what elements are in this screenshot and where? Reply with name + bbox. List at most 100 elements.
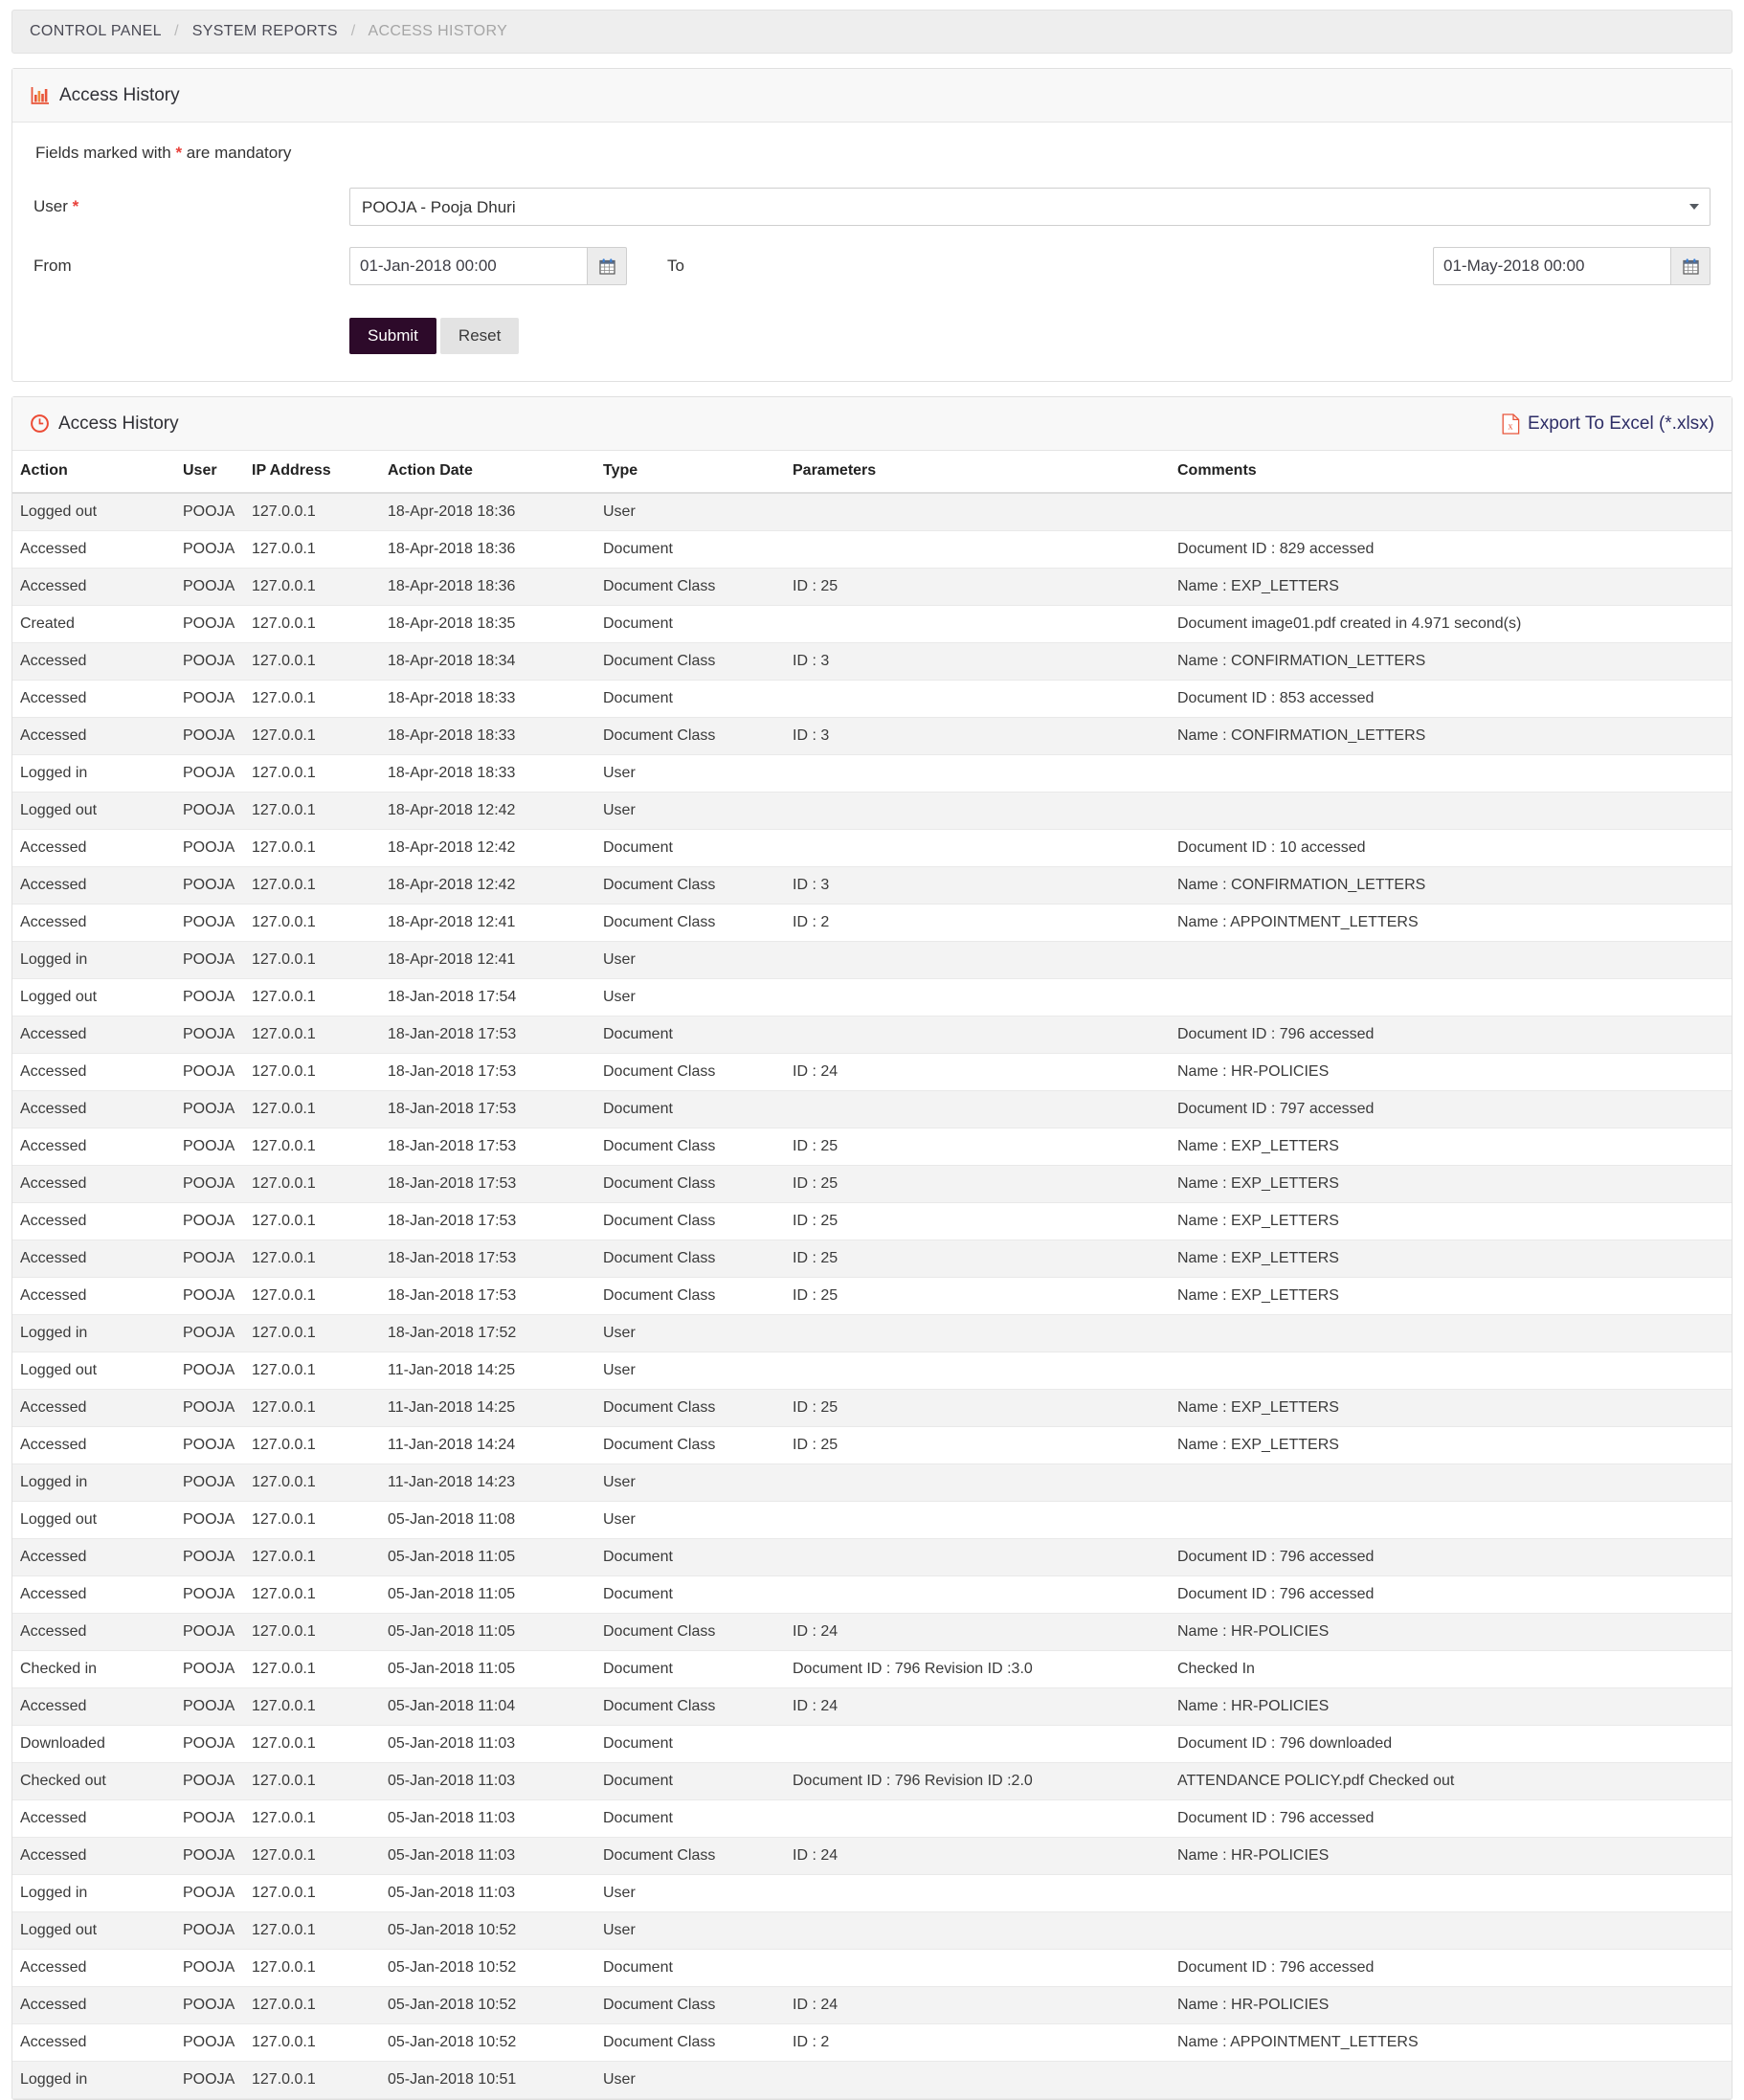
cell-action-date: 05-Jan-2018 10:52 [380,2023,595,2062]
cell-comments: Name : HR-POLICIES [1170,1687,1732,1726]
cell-type: User [595,493,785,531]
cell-user: POOJA [175,717,244,755]
cell-parameters [785,680,1170,718]
cell-comments: Document ID : 796 accessed [1170,1949,1732,1987]
cell-type: User [595,1874,785,1912]
cell-comments [1170,978,1732,1016]
cell-action-date: 05-Jan-2018 11:03 [380,1725,595,1763]
cell-comments [1170,1352,1732,1390]
cell-parameters [785,754,1170,793]
cell-action-date: 18-Apr-2018 18:33 [380,680,595,718]
cell-action: Downloaded [12,1725,175,1763]
cell-user: POOJA [175,680,244,718]
cell-ip-address: 127.0.0.1 [244,941,380,979]
to-date-input[interactable] [1433,247,1670,285]
table-row: Accessed POOJA 127.0.0.1 05-Jan-2018 11:05 D… [12,1575,1732,1614]
cell-parameters: ID : 24 [785,1613,1170,1651]
from-calendar-button[interactable] [587,247,627,285]
submit-button[interactable]: Submit [349,318,436,354]
cell-user: POOJA [175,1053,244,1091]
cell-type: Document Class [595,1613,785,1651]
column-header-parameters[interactable]: Parameters [785,451,1170,494]
cell-comments: Name : EXP_LETTERS [1170,1240,1732,1278]
cell-action-date: 18-Jan-2018 17:53 [380,1202,595,1240]
cell-parameters: ID : 25 [785,1277,1170,1315]
user-label-text: User [34,197,68,215]
column-header-type[interactable]: Type [595,451,785,494]
to-calendar-button[interactable] [1670,247,1710,285]
cell-type: Document Class [595,1426,785,1464]
cell-user: POOJA [175,1799,244,1838]
filter-panel-title-group: Access History [30,85,180,106]
breadcrumb-separator: / [174,23,179,39]
cell-parameters: ID : 25 [785,1202,1170,1240]
reset-button[interactable]: Reset [439,318,520,354]
table-row: Accessed POOJA 127.0.0.1 11-Jan-2018 14:24 D… [12,1426,1732,1464]
breadcrumb-item-system-reports[interactable]: SYSTEM REPORTS [192,23,338,39]
filter-panel-header: Access History [12,69,1732,123]
cell-action-date: 05-Jan-2018 11:05 [380,1575,595,1614]
cell-action: Logged out [12,1911,175,1950]
cell-user: POOJA [175,829,244,867]
cell-user: POOJA [175,1762,244,1800]
cell-ip-address: 127.0.0.1 [244,1053,380,1091]
cell-action: Accessed [12,1240,175,1278]
cell-action: Accessed [12,642,175,681]
table-row: Accessed POOJA 127.0.0.1 18-Apr-2018 18:36 D… [12,568,1732,606]
cell-ip-address: 127.0.0.1 [244,754,380,793]
cell-type: Document Class [595,1202,785,1240]
cell-comments: Name : EXP_LETTERS [1170,1277,1732,1315]
cell-user: POOJA [175,866,244,905]
column-header-comments[interactable]: Comments [1170,451,1732,494]
mandatory-note-prefix: Fields marked with [35,144,176,162]
table-row: Accessed POOJA 127.0.0.1 18-Jan-2018 17:53 D… [12,1277,1732,1315]
cell-action-date: 18-Apr-2018 18:35 [380,605,595,643]
column-header-action[interactable]: Action [12,451,175,494]
cell-ip-address: 127.0.0.1 [244,1277,380,1315]
table-row: Logged out POOJA 127.0.0.1 05-Jan-2018 10:5… [12,1911,1732,1950]
cell-action: Logged in [12,941,175,979]
cell-ip-address: 127.0.0.1 [244,493,380,531]
export-to-excel-link[interactable]: x Export To Excel (*.xlsx) [1502,413,1714,435]
cell-ip-address: 127.0.0.1 [244,1911,380,1950]
cell-ip-address: 127.0.0.1 [244,1426,380,1464]
breadcrumb: CONTROL PANEL / SYSTEM REPORTS / ACCESS … [11,10,1733,54]
cell-comments: Document ID : 796 accessed [1170,1799,1732,1838]
cell-user: POOJA [175,1986,244,2024]
cell-comments: Document ID : 796 accessed [1170,1575,1732,1614]
cell-action: Checked out [12,1762,175,1800]
form-actions: Submit Reset [34,318,1710,354]
cell-ip-address: 127.0.0.1 [244,680,380,718]
cell-comments: Name : HR-POLICIES [1170,1053,1732,1091]
table-row: Created POOJA 127.0.0.1 18-Apr-2018 18:35 Do… [12,605,1732,643]
cell-comments [1170,941,1732,979]
cell-parameters: ID : 2 [785,904,1170,942]
cell-ip-address: 127.0.0.1 [244,1463,380,1502]
table-row: Accessed POOJA 127.0.0.1 18-Jan-2018 17:53 D… [12,1090,1732,1128]
cell-user: POOJA [175,1501,244,1539]
cell-action-date: 18-Jan-2018 17:53 [380,1053,595,1091]
cell-ip-address: 127.0.0.1 [244,530,380,569]
breadcrumb-item-control-panel[interactable]: CONTROL PANEL [30,23,161,39]
cell-ip-address: 127.0.0.1 [244,792,380,830]
cell-user: POOJA [175,605,244,643]
cell-user: POOJA [175,1949,244,1987]
cell-ip-address: 127.0.0.1 [244,2023,380,2062]
column-header-user[interactable]: User [175,451,244,494]
cell-user: POOJA [175,1016,244,1054]
cell-type: User [595,1463,785,1502]
cell-parameters [785,1874,1170,1912]
column-header-ip-address[interactable]: IP Address [244,451,380,494]
access-history-results-panel: Access History x Export To Excel (*.xlsx… [11,396,1733,2100]
cell-action: Accessed [12,530,175,569]
user-select[interactable]: POOJA - Pooja Dhuri [349,188,1710,226]
table-body: Logged out POOJA 127.0.0.1 18-Apr-2018 18:3… [12,493,1732,2099]
cell-action-date: 18-Jan-2018 17:52 [380,1314,595,1352]
table-row: Accessed POOJA 127.0.0.1 05-Jan-2018 11:04 D… [12,1687,1732,1726]
cell-user: POOJA [175,2023,244,2062]
column-header-action-date[interactable]: Action Date [380,451,595,494]
cell-ip-address: 127.0.0.1 [244,1837,380,1875]
table-row: Checked in POOJA 127.0.0.1 05-Jan-2018 11:0… [12,1650,1732,1688]
from-date-input[interactable] [349,247,587,285]
cell-ip-address: 127.0.0.1 [244,1575,380,1614]
